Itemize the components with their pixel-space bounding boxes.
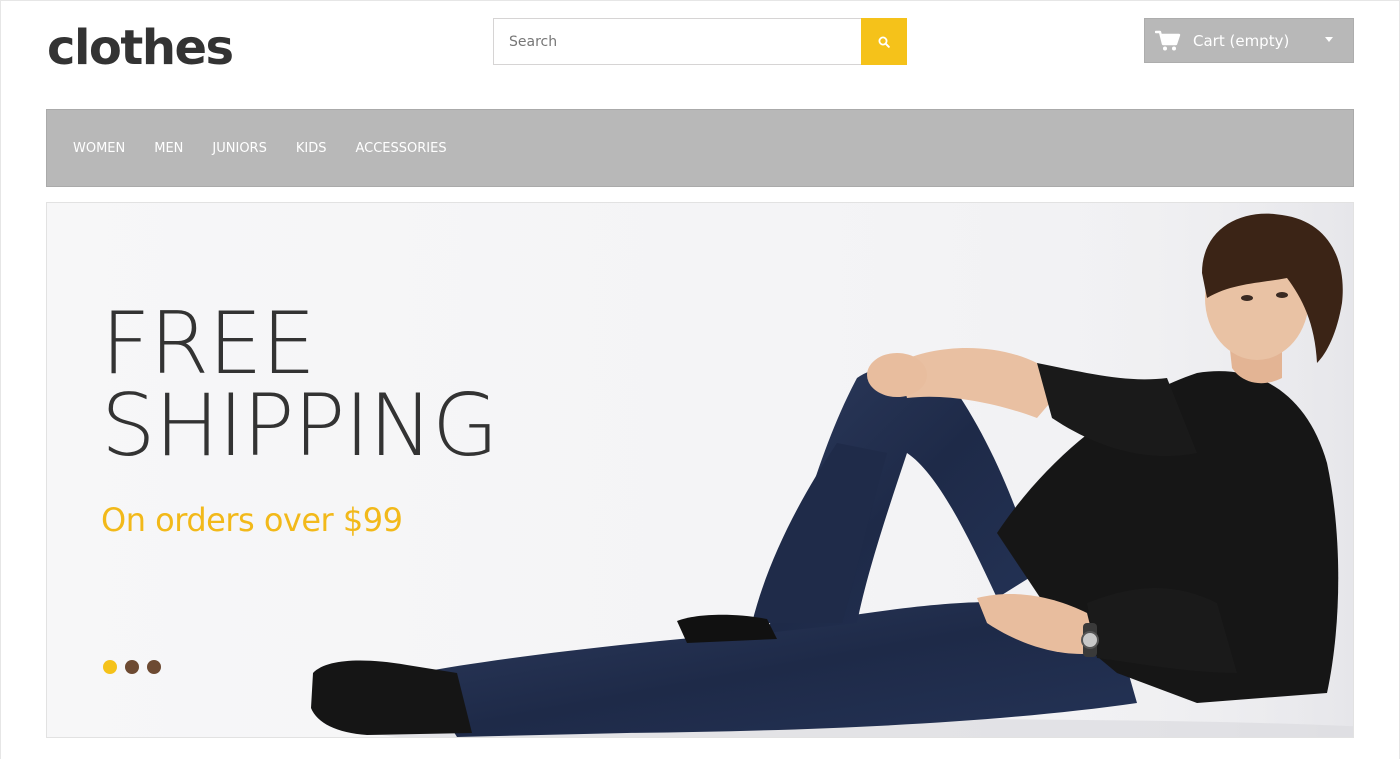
nav-item-juniors[interactable]: JUNIORS: [212, 141, 266, 156]
search-button[interactable]: [861, 18, 907, 65]
cart-button[interactable]: Cart (empty): [1144, 18, 1354, 63]
slider-dot-1[interactable]: [103, 660, 117, 674]
cart-label: Cart (empty): [1193, 31, 1290, 50]
main-navigation: WOMEN MEN JUNIORS KIDS ACCESSORIES: [46, 109, 1354, 187]
cart-icon: [1155, 30, 1181, 50]
slider-dot-2[interactable]: [125, 660, 139, 674]
nav-item-kids[interactable]: KIDS: [296, 141, 327, 156]
search-bar: [493, 18, 907, 65]
hero-banner[interactable]: FREE SHIPPING On orders over $99: [46, 202, 1354, 738]
search-input[interactable]: [493, 18, 861, 65]
nav-item-accessories[interactable]: ACCESSORIES: [355, 141, 446, 156]
banner-title-line-2: SHIPPING: [101, 376, 499, 476]
search-icon: [878, 36, 890, 48]
nav-item-men[interactable]: MEN: [154, 141, 183, 156]
chevron-down-icon[interactable]: [1325, 37, 1333, 42]
nav-item-women[interactable]: WOMEN: [73, 141, 125, 156]
banner-subtitle: On orders over $99: [101, 501, 403, 539]
slider-pagination: [103, 660, 161, 674]
site-logo[interactable]: clothes: [47, 20, 234, 76]
banner-title: FREE SHIPPING: [101, 294, 499, 476]
banner-title-line-1: FREE: [101, 294, 316, 394]
slider-dot-3[interactable]: [147, 660, 161, 674]
